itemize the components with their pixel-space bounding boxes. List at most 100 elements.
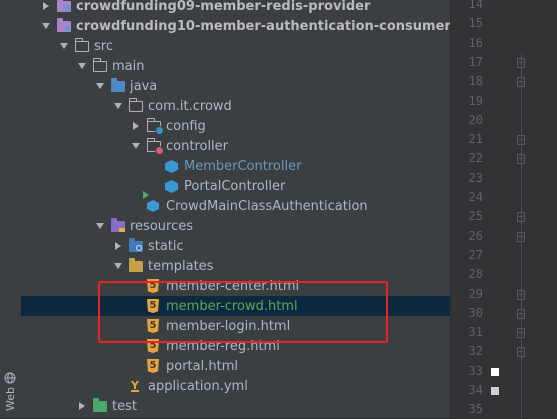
line-number: 35 <box>468 402 483 417</box>
html-file-icon: 5 <box>147 279 161 293</box>
tree-row-label: controller <box>166 138 229 154</box>
line-number: 26 <box>468 228 483 243</box>
tree-row[interactable]: resources <box>21 216 450 236</box>
tree-row-label: resources <box>130 218 194 234</box>
tree-row[interactable]: main <box>21 56 450 76</box>
java-class-icon <box>165 179 179 193</box>
line-number: 19 <box>468 93 483 108</box>
chevron-down-icon[interactable] <box>41 20 51 32</box>
tree-row-label: member-crowd.html <box>166 298 298 314</box>
tree-row-label: portal.html <box>166 358 238 374</box>
tree-row[interactable]: 5 member-center.html <box>21 276 450 296</box>
bookmark-marker-icon[interactable] <box>491 387 499 395</box>
chevron-down-icon[interactable] <box>113 100 123 112</box>
module-folder-icon <box>57 0 71 13</box>
line-number: 23 <box>468 170 483 185</box>
chevron-down-icon[interactable] <box>77 60 87 72</box>
line-number: 16 <box>468 35 483 50</box>
line-number: 27 <box>468 247 483 262</box>
web-tool-window-button[interactable]: Web <box>2 372 18 412</box>
tree-row-label: static <box>148 238 184 254</box>
line-number: 17 <box>468 54 483 69</box>
tree-row-label: crowdfunding09-member-redis-provider <box>76 0 371 14</box>
tree-row[interactable]: java <box>21 76 450 96</box>
web-tool-window-strip: Web <box>0 0 22 418</box>
line-number: 32 <box>468 344 483 359</box>
chevron-down-icon[interactable] <box>113 260 123 272</box>
tree-row[interactable]: PortalController <box>21 176 450 196</box>
module-folder-icon <box>57 18 71 33</box>
tree-row-label: application.yml <box>148 378 248 394</box>
bookmark-marker-icon[interactable] <box>491 367 499 376</box>
line-number: 34 <box>468 383 483 397</box>
source-folder-icon <box>111 78 125 93</box>
line-number: 18 <box>468 74 483 89</box>
tree-row[interactable]: com.it.crowd <box>21 96 450 116</box>
resources-folder-icon <box>111 218 125 233</box>
tree-row[interactable]: crowdfunding09-member-redis-provider <box>21 0 450 16</box>
tree-row[interactable]: 5 member-crowd.html <box>21 296 450 316</box>
chevron-right-icon[interactable] <box>131 120 141 132</box>
chevron-right-icon[interactable] <box>41 0 51 12</box>
project-tree[interactable]: crowdfunding09-member-redis-provider crow… <box>21 0 450 418</box>
line-number: 29 <box>468 286 483 301</box>
line-number: 28 <box>468 267 483 282</box>
tree-row[interactable]: CrowdMainClassAuthentication <box>21 191 450 216</box>
folder-icon <box>93 58 107 73</box>
html-file-icon: 5 <box>147 299 161 313</box>
config-package-icon <box>147 118 163 134</box>
tree-row[interactable]: 5 member-login.html <box>21 316 450 336</box>
test-folder-icon <box>93 398 107 413</box>
tree-row-label: MemberController <box>184 158 302 174</box>
line-number: 31 <box>468 325 483 340</box>
package-icon <box>129 98 143 113</box>
web-globe-icon <box>4 372 16 384</box>
tree-row[interactable]: controller <box>21 136 450 156</box>
tree-row-label: main <box>112 58 145 74</box>
tree-row-label: com.it.crowd <box>148 98 232 114</box>
chevron-down-icon[interactable] <box>131 140 141 152</box>
line-number: 33 <box>468 363 483 378</box>
tree-row-label: src <box>94 38 113 54</box>
tree-row-label: config <box>166 118 206 134</box>
tree-row[interactable]: Yapplication.yml <box>21 376 450 396</box>
tree-row-label: PortalController <box>184 178 286 194</box>
controller-package-icon <box>147 138 163 154</box>
tree-row-label: CrowdMainClassAuthentication <box>166 198 368 214</box>
fold-guide-line <box>521 54 522 418</box>
tree-row[interactable]: src <box>21 36 450 56</box>
html-file-icon: 5 <box>147 319 161 333</box>
tree-row-label: templates <box>148 258 214 274</box>
tree-row-label: test <box>112 398 137 414</box>
tree-row-label: member-center.html <box>166 278 300 294</box>
tree-row[interactable]: templates <box>21 256 450 276</box>
tree-row-label: java <box>130 78 158 94</box>
chevron-down-icon[interactable] <box>95 80 105 92</box>
editor-gutter: 14 15 16 17 18 19 20 21 22 23 24 25 26 27 28 29 30 31 32 33… <box>450 0 557 418</box>
line-number: 20 <box>468 112 483 127</box>
java-class-icon <box>165 159 179 173</box>
tree-row[interactable]: MemberController <box>21 156 450 176</box>
tree-row[interactable]: test <box>21 396 450 416</box>
static-folder-icon <box>129 238 143 253</box>
tree-row-label: member-reg.html <box>166 338 280 354</box>
tree-row[interactable]: static <box>21 236 450 256</box>
chevron-right-icon[interactable] <box>113 240 123 252</box>
yml-file-icon: Y <box>129 379 143 393</box>
line-number: 22 <box>468 151 483 166</box>
tree-row[interactable]: 5 portal.html <box>21 356 450 376</box>
chevron-down-icon[interactable] <box>59 40 69 52</box>
line-number: 14 <box>468 0 483 11</box>
chevron-down-icon[interactable] <box>95 220 105 232</box>
templates-folder-icon <box>129 258 143 273</box>
chevron-right-icon[interactable] <box>77 400 87 412</box>
main-class-icon <box>143 191 161 213</box>
line-number: 15 <box>468 16 483 31</box>
line-number: 21 <box>468 132 483 147</box>
tree-row[interactable]: crowdfunding10-member-authentication-con… <box>21 16 450 36</box>
tree-row[interactable]: 5 member-reg.html <box>21 336 450 356</box>
line-number: 30 <box>468 305 483 320</box>
tree-row[interactable]: config <box>21 116 450 136</box>
web-tab-label: Web <box>3 387 17 411</box>
html-file-icon: 5 <box>147 359 161 373</box>
